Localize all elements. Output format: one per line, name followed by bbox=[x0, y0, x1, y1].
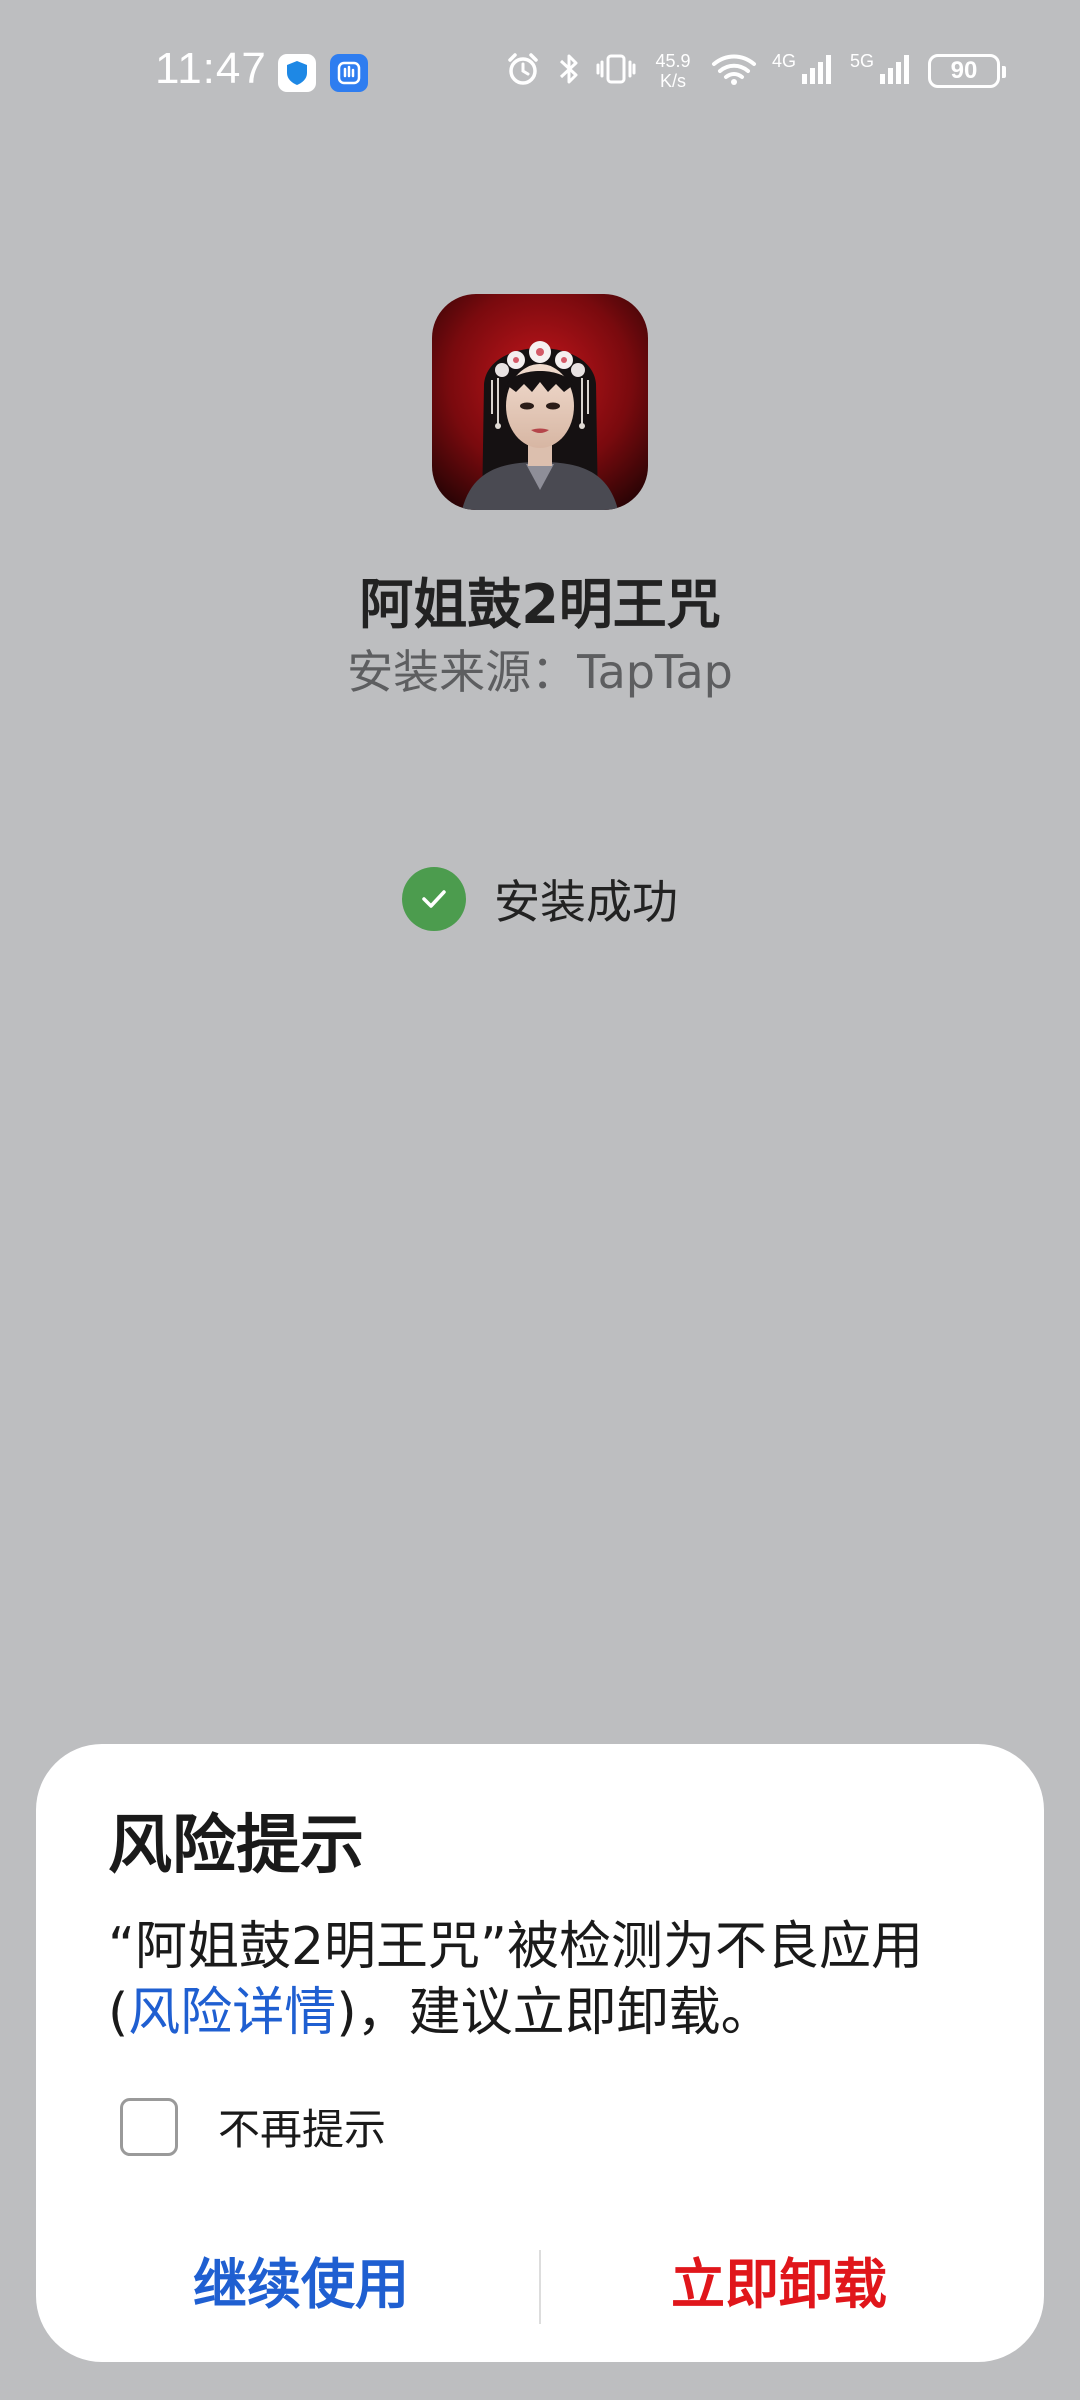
button-divider bbox=[539, 2250, 541, 2324]
net1-label: 4G bbox=[771, 50, 796, 71]
install-status: 安装成功 bbox=[0, 866, 1080, 932]
install-result-screen: 11:47 45.9 K/s 4G 5G 90 阿姐鼓2明王咒 安装来源：Tap… bbox=[0, 0, 1080, 2400]
status-bar: 11:47 45.9 K/s 4G 5G 90 bbox=[0, 0, 1080, 140]
bluetooth-icon bbox=[556, 50, 582, 92]
alarm-icon bbox=[504, 50, 542, 92]
uninstall-now-button[interactable]: 立即卸载 bbox=[544, 2224, 1014, 2334]
signal-4g-icon bbox=[800, 50, 836, 92]
blue-app-icon bbox=[330, 54, 368, 92]
network-speed: 45.9 K/s bbox=[650, 51, 696, 91]
continue-using-button[interactable]: 继续使用 bbox=[66, 2224, 536, 2334]
status-time: 11:47 bbox=[155, 44, 267, 93]
message-suffix: )，建议立即卸载。 bbox=[336, 1983, 773, 2043]
check-icon bbox=[402, 867, 466, 931]
net2-label: 5G bbox=[849, 50, 874, 71]
install-status-text: 安装成功 bbox=[494, 875, 678, 929]
install-source: 安装来源：TapTap bbox=[347, 645, 733, 699]
dont-remind-row[interactable]: 不再提示 bbox=[120, 2096, 386, 2157]
status-icons: 45.9 K/s 4G 5G 90 bbox=[504, 46, 1006, 96]
battery-icon: 90 bbox=[928, 54, 1006, 88]
network-speed-unit: K/s bbox=[659, 71, 686, 91]
dialog-message: “阿姐鼓2明王咒”被检测为不良应用 (风险详情)，建议立即卸载。 bbox=[108, 1914, 988, 2046]
vibrate-icon bbox=[596, 50, 636, 92]
dialog-buttons: 继续使用 立即卸载 bbox=[36, 2224, 1044, 2334]
risk-details-link[interactable]: 风险详情 bbox=[128, 1983, 336, 2043]
dont-remind-label: 不再提示 bbox=[218, 2105, 387, 2154]
risk-warning-dialog: 风险提示 “阿姐鼓2明王咒”被检测为不良应用 (风险详情)，建议立即卸载。 不再… bbox=[36, 1744, 1044, 2362]
dialog-title: 风险提示 bbox=[108, 1809, 364, 1883]
signal-5g-icon bbox=[878, 50, 914, 92]
wifi-icon bbox=[710, 50, 758, 92]
network-speed-value: 45.9 bbox=[655, 51, 691, 71]
app-icon bbox=[432, 294, 648, 510]
app-name: 阿姐鼓2明王咒 bbox=[359, 573, 721, 636]
dont-remind-checkbox[interactable] bbox=[120, 2097, 178, 2156]
shield-app-icon bbox=[278, 54, 316, 92]
